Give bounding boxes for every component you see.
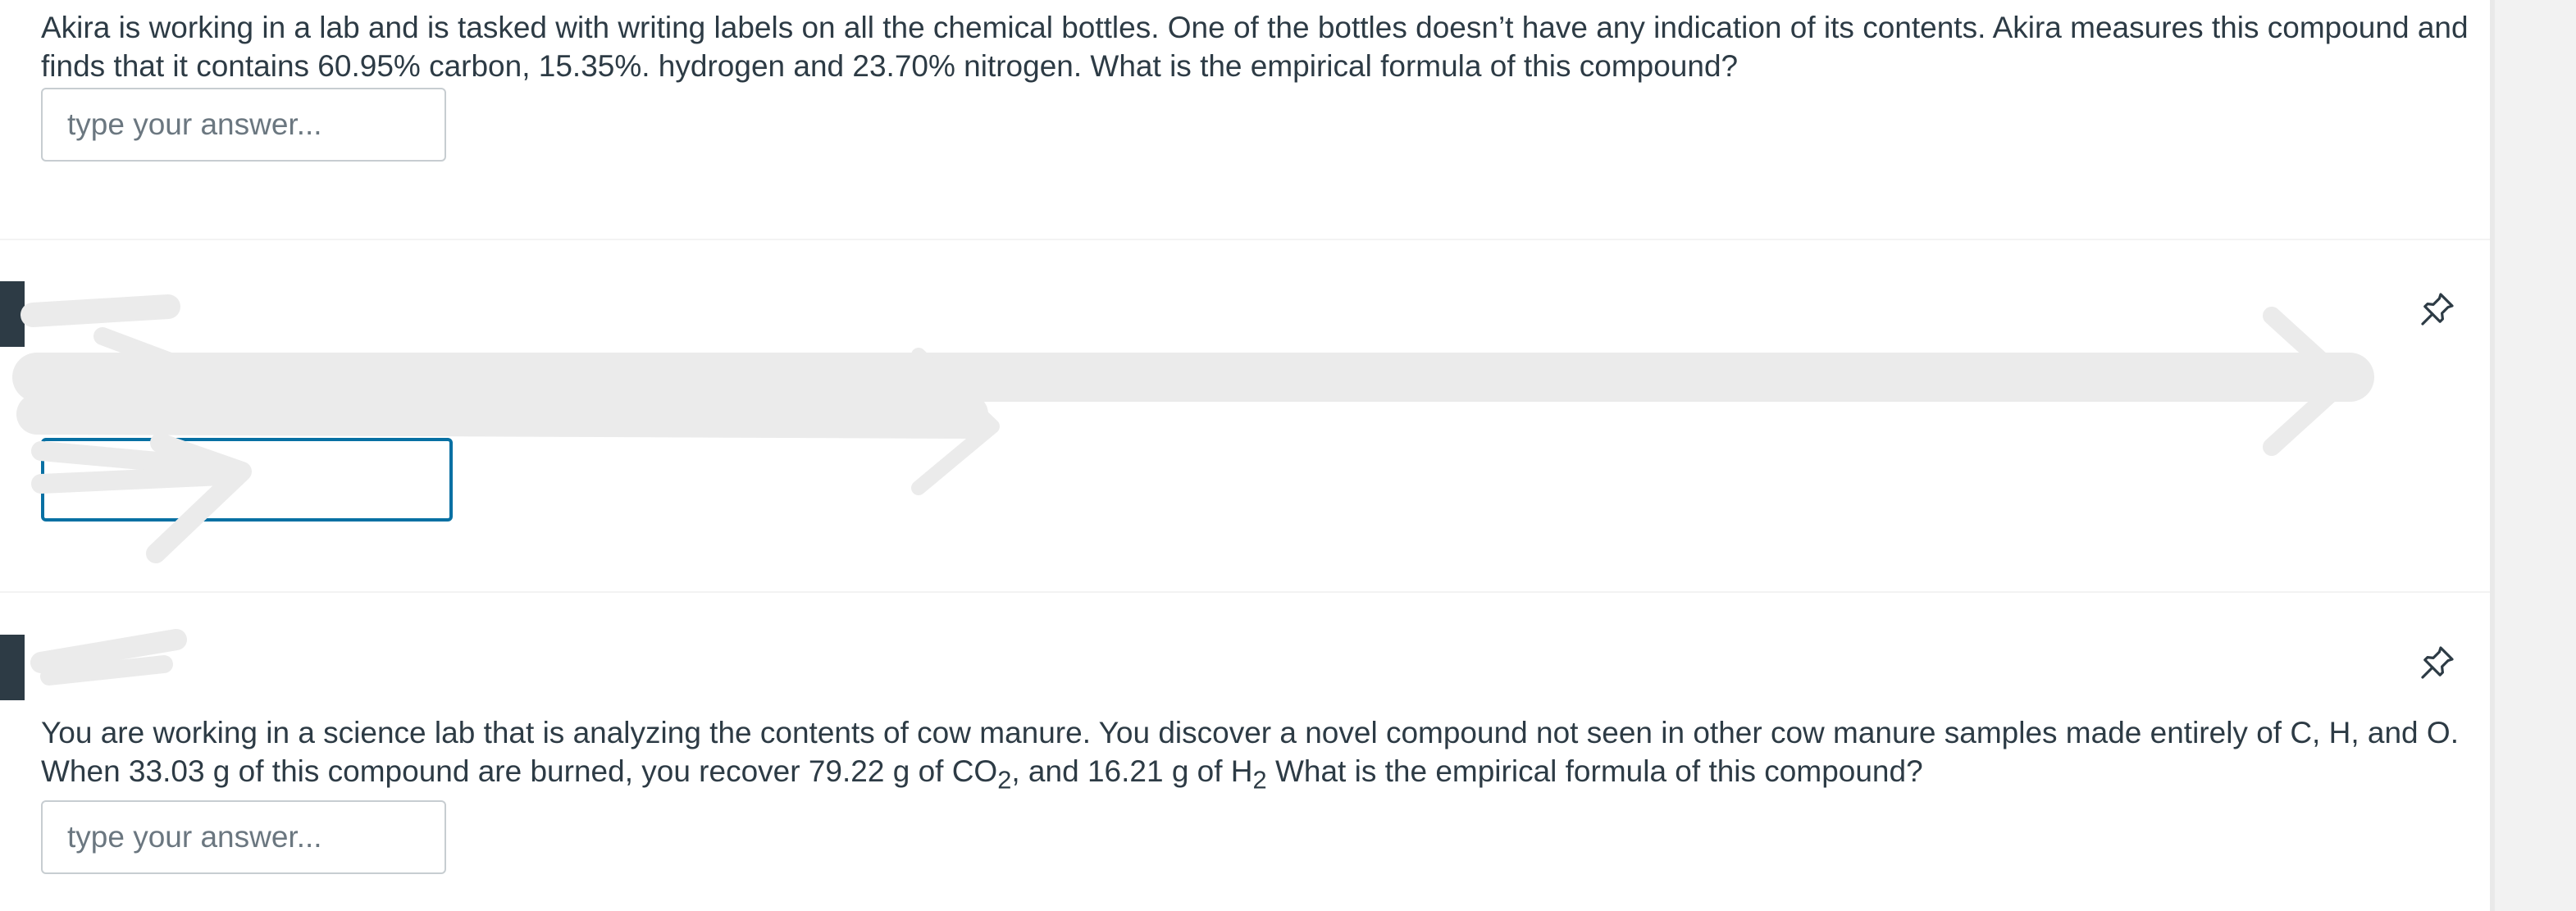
question-3-text-part: , and 16.21 g of H <box>1011 754 1253 788</box>
question-2-marker <box>0 281 25 347</box>
subscript: 2 <box>1252 765 1267 795</box>
question-2-answer-input[interactable] <box>41 438 453 522</box>
question-divider <box>0 591 2490 593</box>
subscript: 2 <box>997 765 1012 795</box>
pushpin-icon[interactable] <box>2418 289 2457 329</box>
question-3-answer-input[interactable] <box>41 800 446 874</box>
scrollbar-edge <box>2490 0 2495 911</box>
pushpin-icon[interactable] <box>2418 643 2457 682</box>
scrollbar-track[interactable] <box>2490 0 2576 911</box>
question-1-text: Akira is working in a lab and is tasked … <box>41 11 2469 83</box>
question-divider <box>0 239 2490 240</box>
question-3-text-part: What is the empirical formula of this co… <box>1266 754 1923 788</box>
quiz-content: Akira is working in a lab and is tasked … <box>0 0 2490 911</box>
question-1-answer-input[interactable] <box>41 88 446 162</box>
question-3-text: You are working in a science lab that is… <box>41 713 2469 799</box>
question-3-marker <box>0 635 25 700</box>
